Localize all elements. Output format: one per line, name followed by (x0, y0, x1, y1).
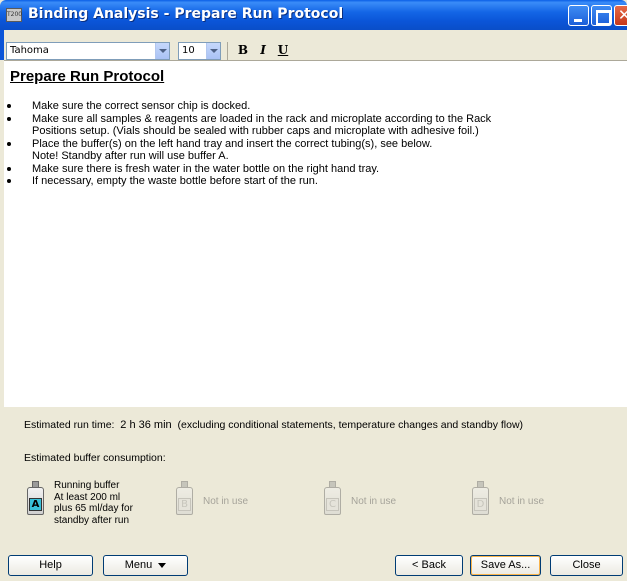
buffer-a-name: Running buffer (54, 480, 120, 491)
menu-button-label: Menu (124, 559, 153, 571)
buffer-letter: B (178, 498, 191, 511)
close-window-button[interactable] (614, 5, 627, 26)
buffer-b-status: Not in use (203, 496, 249, 507)
buffer-c-bottle-icon: C (323, 481, 341, 515)
runtime-label: Estimated run time: (24, 419, 115, 431)
underline-button[interactable]: U (273, 40, 293, 60)
buffer-d-status: Not in use (499, 496, 545, 507)
list-item: Make sure the correct sensor chip is doc… (4, 100, 623, 113)
buffer-d-bottle-icon: D (471, 481, 489, 515)
buffer-c-status: Not in use (351, 496, 397, 507)
buffer-letter: A (29, 498, 42, 511)
buffer-a-standby-note: standby after run (54, 514, 130, 526)
help-button[interactable]: Help (8, 555, 93, 576)
toolbar-divider (227, 42, 228, 60)
buffer-a-standby: plus 65 ml/day for (54, 503, 133, 514)
list-item: Make sure there is fresh water in the wa… (4, 163, 623, 176)
buffer-a-bottle-icon: A (26, 481, 44, 515)
title-bar: T200 Binding Analysis - Prepare Run Prot… (0, 0, 627, 30)
list-item: Make sure all samples & reagents are loa… (4, 113, 623, 126)
list-item-continuation: Note! Standby after run will use buffer … (32, 150, 229, 162)
estimated-run-time: Estimated run time: 2 h 36 min (excludin… (24, 419, 523, 431)
caret-down-icon (158, 562, 167, 568)
list-item-continuation: Positions setup. (Vials should be sealed… (32, 125, 479, 137)
back-button[interactable]: < Back (395, 555, 463, 576)
close-button[interactable]: Close (550, 555, 623, 576)
save-as-button[interactable]: Save As... (470, 555, 541, 576)
maximize-button[interactable] (591, 5, 612, 26)
menu-button[interactable]: Menu (103, 555, 188, 576)
minimize-button[interactable] (568, 5, 589, 26)
buffer-letter: C (326, 498, 339, 511)
window-title: Binding Analysis - Prepare Run Protocol (28, 6, 344, 22)
font-family-select[interactable]: Tahoma (6, 42, 170, 60)
list-item: Place the buffer(s) on the left hand tra… (4, 138, 623, 151)
chevron-down-icon[interactable] (206, 43, 220, 59)
buffer-a-amount: At least 200 ml (54, 491, 121, 503)
runtime-note: (excluding conditional statements, tempe… (177, 419, 524, 431)
buffer-letter: D (474, 498, 487, 511)
app-icon: T200 (6, 8, 22, 22)
chevron-down-icon[interactable] (155, 43, 169, 59)
document-heading: Prepare Run Protocol (10, 68, 165, 85)
bold-button[interactable]: B (233, 40, 253, 60)
buffer-b-bottle-icon: B (175, 481, 193, 515)
italic-button[interactable]: I (253, 40, 273, 60)
buffer-consumption-label: Estimated buffer consumption: (24, 452, 166, 464)
font-family-value: Tahoma (10, 45, 49, 56)
list-item: If necessary, empty the waste bottle bef… (4, 175, 623, 188)
protocol-list: Make sure the correct sensor chip is doc… (4, 100, 623, 188)
runtime-value: 2 h 36 min (120, 419, 172, 431)
buffer-a-info: Running buffer At least 200 ml plus 65 m… (54, 480, 133, 526)
font-size-select[interactable]: 10 (178, 42, 221, 60)
font-size-value: 10 (182, 45, 195, 56)
